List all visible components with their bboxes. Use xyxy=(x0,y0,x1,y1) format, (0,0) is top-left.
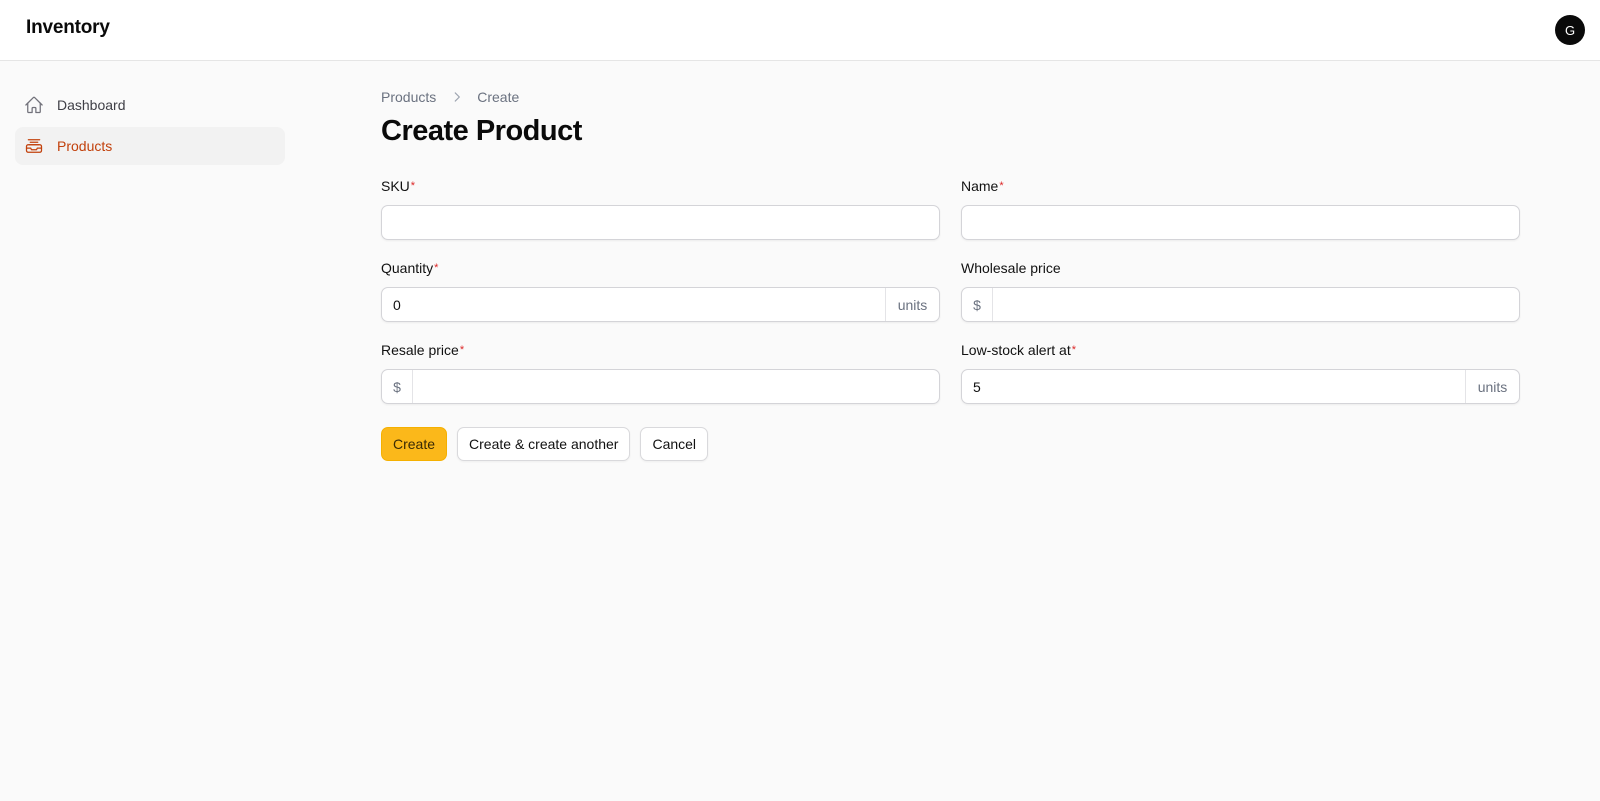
chevron-right-icon xyxy=(450,90,464,104)
breadcrumb-products[interactable]: Products xyxy=(381,89,436,105)
currency-prefix: $ xyxy=(962,288,993,321)
breadcrumb: Products Create xyxy=(381,89,519,105)
sku-field: SKU* xyxy=(381,176,940,240)
sidebar-item-label: Dashboard xyxy=(57,97,126,113)
name-field: Name* xyxy=(961,176,1520,240)
low-stock-alert-field: Low-stock alert at* 5 units xyxy=(961,340,1520,404)
app-title: Inventory xyxy=(26,17,110,38)
low-stock-alert-label: Low-stock alert at* xyxy=(961,342,1076,358)
name-label: Name* xyxy=(961,178,1004,194)
breadcrumb-create: Create xyxy=(477,89,520,105)
name-input[interactable] xyxy=(961,205,1520,240)
inbox-stack-icon xyxy=(24,136,44,156)
create-another-button[interactable]: Create & create another xyxy=(457,427,631,461)
resale-price-label: Resale price* xyxy=(381,342,465,358)
quantity-input[interactable]: 0 units xyxy=(381,287,940,322)
wholesale-price-label: Wholesale price xyxy=(961,260,1061,276)
cancel-button[interactable]: Cancel xyxy=(640,427,709,461)
page-title: Create Product xyxy=(381,115,582,147)
sku-input[interactable] xyxy=(381,205,940,240)
low-stock-unit-suffix: units xyxy=(1465,370,1519,403)
quantity-label: Quantity* xyxy=(381,260,439,276)
wholesale-price-field: Wholesale price $ xyxy=(961,258,1520,322)
quantity-unit-suffix: units xyxy=(885,288,939,321)
low-stock-alert-input[interactable]: 5 units xyxy=(961,369,1520,404)
home-icon xyxy=(24,95,44,115)
sku-label: SKU* xyxy=(381,178,416,194)
quantity-field: Quantity* 0 units xyxy=(381,258,940,322)
resale-price-input[interactable]: $ xyxy=(381,369,940,404)
form-actions: Create Create & create another Cancel xyxy=(381,427,718,461)
currency-prefix: $ xyxy=(382,370,413,403)
sidebar-item-dashboard[interactable]: Dashboard xyxy=(15,86,285,124)
sidebar-item-label: Products xyxy=(57,138,113,154)
top-bar: Inventory G xyxy=(0,0,1600,61)
wholesale-price-input[interactable]: $ xyxy=(961,287,1520,322)
user-avatar[interactable]: G xyxy=(1555,15,1585,45)
resale-price-field: Resale price* $ xyxy=(381,340,940,404)
sidebar-item-products[interactable]: Products xyxy=(15,127,285,165)
create-button[interactable]: Create xyxy=(381,427,448,461)
sidebar: Dashboard Products xyxy=(0,61,300,801)
